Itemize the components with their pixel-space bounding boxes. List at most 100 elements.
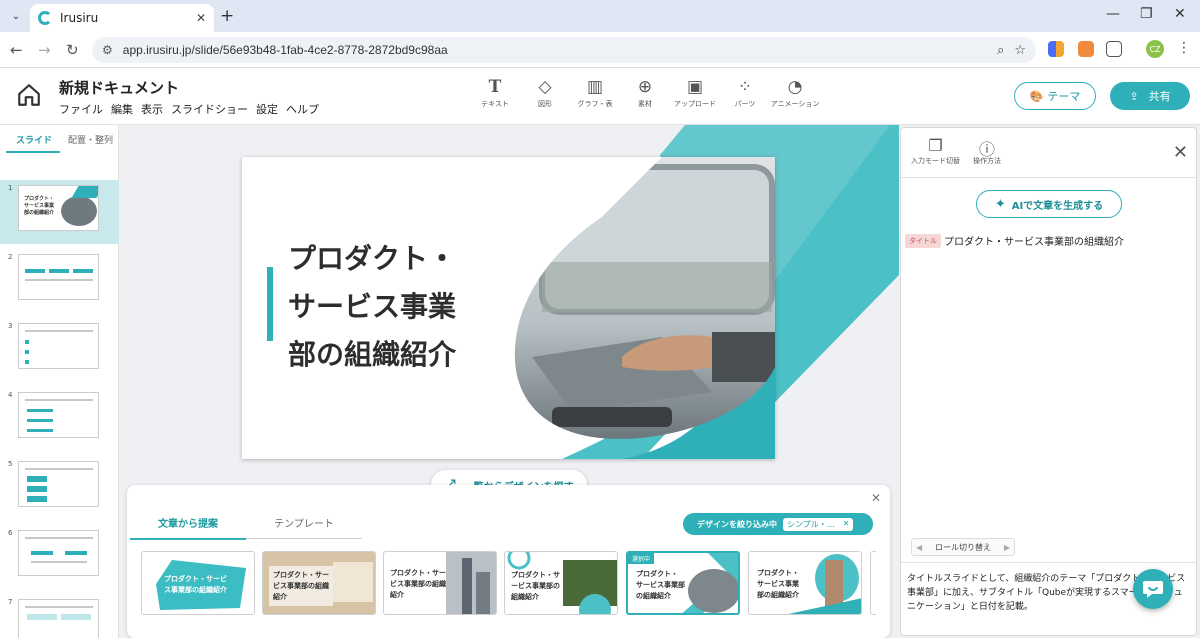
help-icon: ⓘ	[978, 140, 995, 159]
thumb-accent	[27, 419, 53, 422]
tool-shape[interactable]: ◇ 図形	[526, 76, 564, 109]
tab-arrange[interactable]: 配置・整列	[68, 133, 113, 153]
theme-label: テーマ	[1047, 90, 1081, 103]
slide-thumb-row[interactable]: 5	[0, 456, 119, 520]
slide-thumbnail[interactable]	[18, 530, 99, 576]
canvas-area[interactable]: プロダクト・ サービス事業 部の組織紹介 ⤢ 一覧からデザインを探す ✕ 文章か…	[120, 125, 899, 638]
design-card[interactable]: プロダクト・サー ビス事業部の組織 紹介	[262, 551, 376, 615]
help-button[interactable]: ⓘ 操作方法	[973, 136, 1001, 166]
design-card[interactable]: プロダクト・サービ ス事業部の組織紹介	[141, 551, 255, 615]
role-prev-icon[interactable]: ◀	[916, 543, 922, 552]
slide-thumb-row[interactable]: 3	[0, 318, 119, 382]
design-card[interactable]: プロダクト・サー ビス事業部の組織 紹介	[383, 551, 497, 615]
theme-button[interactable]: 🎨 テーマ	[1014, 82, 1096, 110]
restore-icon[interactable]: ❐	[1140, 6, 1153, 22]
bookmark-star-icon[interactable]: ☆	[1014, 43, 1026, 58]
design-filter-pill[interactable]: デザインを絞り込み中 シンプル・… ✕	[683, 513, 873, 535]
thumb-accent	[27, 429, 53, 432]
tab-slides[interactable]: スライド	[6, 133, 61, 153]
address-toolbar: ← → ↻ ⚙ app.irusiru.jp/slide/56e93b48-1f…	[0, 32, 1200, 68]
slide-thumb-row[interactable]: 4	[0, 387, 119, 451]
reload-icon[interactable]: ↻	[66, 41, 79, 59]
role-row[interactable]: タイトル プロダクト・サービス事業部の組織紹介	[905, 233, 1124, 248]
forward-icon[interactable]: →	[38, 41, 51, 59]
slide-thumb-row[interactable]: 6	[0, 525, 119, 589]
slide-thumbnail[interactable]	[18, 254, 99, 300]
tool-animation[interactable]: ◔ アニメーション	[771, 76, 820, 109]
tool-parts[interactable]: ⁘ パーツ	[726, 76, 764, 109]
slide-number: 3	[8, 322, 13, 330]
slide-thumb-row[interactable]: 7	[0, 594, 119, 638]
sparkle-icon: ✦	[994, 196, 1006, 212]
tab-search-icon[interactable]: ⌄	[6, 6, 26, 26]
extension-1-icon[interactable]	[1048, 41, 1064, 57]
tab-close-icon[interactable]: ✕	[196, 11, 206, 25]
close-icon[interactable]: ✕	[1173, 142, 1188, 163]
browser-menu-icon[interactable]: ⋮	[1177, 40, 1191, 56]
slide-thumb-row[interactable]: 2	[0, 249, 119, 313]
chat-support-button[interactable]	[1133, 569, 1173, 609]
card-text: プロダクト・ サービス事業部 の組織紹介	[636, 570, 685, 600]
tool-material[interactable]: ⊕ 素材	[626, 76, 664, 109]
tool-chart[interactable]: ▥ グラフ・表	[576, 76, 614, 109]
browser-tab[interactable]: Irusiru ✕	[30, 4, 214, 32]
input-mode-toggle[interactable]: ❐ 入力モード切替	[911, 136, 960, 166]
slide-thumbnail[interactable]	[18, 461, 99, 507]
thumb-line	[25, 537, 93, 539]
tool-text[interactable]: T テキスト	[476, 76, 514, 109]
tab-templates[interactable]: テンプレート	[246, 515, 362, 539]
thumb-accent	[27, 496, 47, 502]
zoom-icon[interactable]: ⌕	[997, 43, 1004, 58]
document-title[interactable]: 新規ドキュメント	[59, 77, 179, 98]
slide-thumbnail[interactable]	[18, 392, 99, 438]
filter-tag[interactable]: シンプル・… ✕	[783, 517, 854, 531]
slide-canvas[interactable]: プロダクト・ サービス事業 部の組織紹介	[242, 157, 775, 459]
window-close-icon[interactable]: ✕	[1174, 6, 1186, 22]
tab-suggest-from-text[interactable]: 文章から提案	[130, 515, 246, 540]
new-tab-icon[interactable]: +	[220, 6, 234, 26]
back-icon[interactable]: ←	[10, 41, 23, 59]
minimize-icon[interactable]: —	[1106, 6, 1120, 22]
thumb-line	[25, 606, 93, 608]
home-icon[interactable]	[16, 82, 42, 108]
slide-thumbnail[interactable]	[18, 323, 99, 369]
extension-2-icon[interactable]	[1078, 41, 1094, 57]
share-icon: ⇪	[1129, 89, 1139, 103]
url-text[interactable]: app.irusiru.jp/slide/56e93b48-1fab-4ce2-…	[123, 43, 987, 57]
chat-icon	[1143, 581, 1163, 598]
ai-generate-button[interactable]: ✦ AIで文章を生成する	[976, 190, 1122, 218]
slide-thumbnail[interactable]	[18, 599, 99, 638]
menu-bar: ファイル 編集 表示 スライドショー 設定 ヘルプ	[59, 101, 319, 117]
share-button[interactable]: ⇪ 共有	[1110, 82, 1190, 110]
card-text: プロダクト・サー ビス事業部の組織 紹介	[273, 571, 329, 601]
slide-number: 4	[8, 391, 13, 399]
filter-remove-icon[interactable]: ✕	[843, 519, 850, 530]
menu-file[interactable]: ファイル	[59, 101, 103, 117]
design-card-selected[interactable]: 選択中 プロダクト・ サービス事業部 の組織紹介	[626, 551, 740, 615]
role-switch-control[interactable]: ◀ ロール切り替え ▶	[911, 538, 1015, 556]
role-next-icon[interactable]: ▶	[1004, 543, 1010, 552]
extensions-puzzle-icon[interactable]	[1106, 41, 1122, 57]
design-card-partial[interactable]	[870, 551, 876, 615]
filter-tag-label: シンプル・…	[787, 519, 835, 529]
material-icon: ⊕	[637, 77, 653, 97]
menu-edit[interactable]: 編集	[111, 101, 133, 117]
menu-slideshow[interactable]: スライドショー	[171, 101, 248, 117]
shape-icon: ◇	[538, 77, 552, 97]
design-cards: プロダクト・サービ ス事業部の組織紹介 プロダクト・サー ビス事業部の組織 紹介…	[141, 551, 876, 617]
design-card[interactable]: プロダクト・サ ービス事業部の 組織紹介	[504, 551, 618, 615]
menu-help[interactable]: ヘルプ	[286, 101, 319, 117]
panel-close-icon[interactable]: ✕	[871, 491, 881, 505]
slide-thumb-row[interactable]: 1 プロダクト・ サービス事業 部の組織紹介	[0, 180, 119, 244]
role-text[interactable]: プロダクト・サービス事業部の組織紹介	[944, 233, 1124, 248]
design-card[interactable]: プロダクト・ サービス事業 部の組織紹介	[748, 551, 862, 615]
menu-settings[interactable]: 設定	[256, 101, 278, 117]
tool-parts-label: パーツ	[734, 100, 756, 108]
menu-view[interactable]: 表示	[141, 101, 163, 117]
slide-thumbnail[interactable]: プロダクト・ サービス事業 部の組織紹介	[18, 185, 99, 231]
site-info-icon[interactable]: ⚙	[102, 43, 113, 57]
url-bar[interactable]: ⚙ app.irusiru.jp/slide/56e93b48-1fab-4ce…	[92, 37, 1036, 63]
slide-title[interactable]: プロダクト・ サービス事業 部の組織紹介	[288, 235, 488, 379]
tool-upload[interactable]: ▣ アップロード	[674, 76, 716, 109]
profile-avatar[interactable]: CZ	[1146, 40, 1164, 58]
